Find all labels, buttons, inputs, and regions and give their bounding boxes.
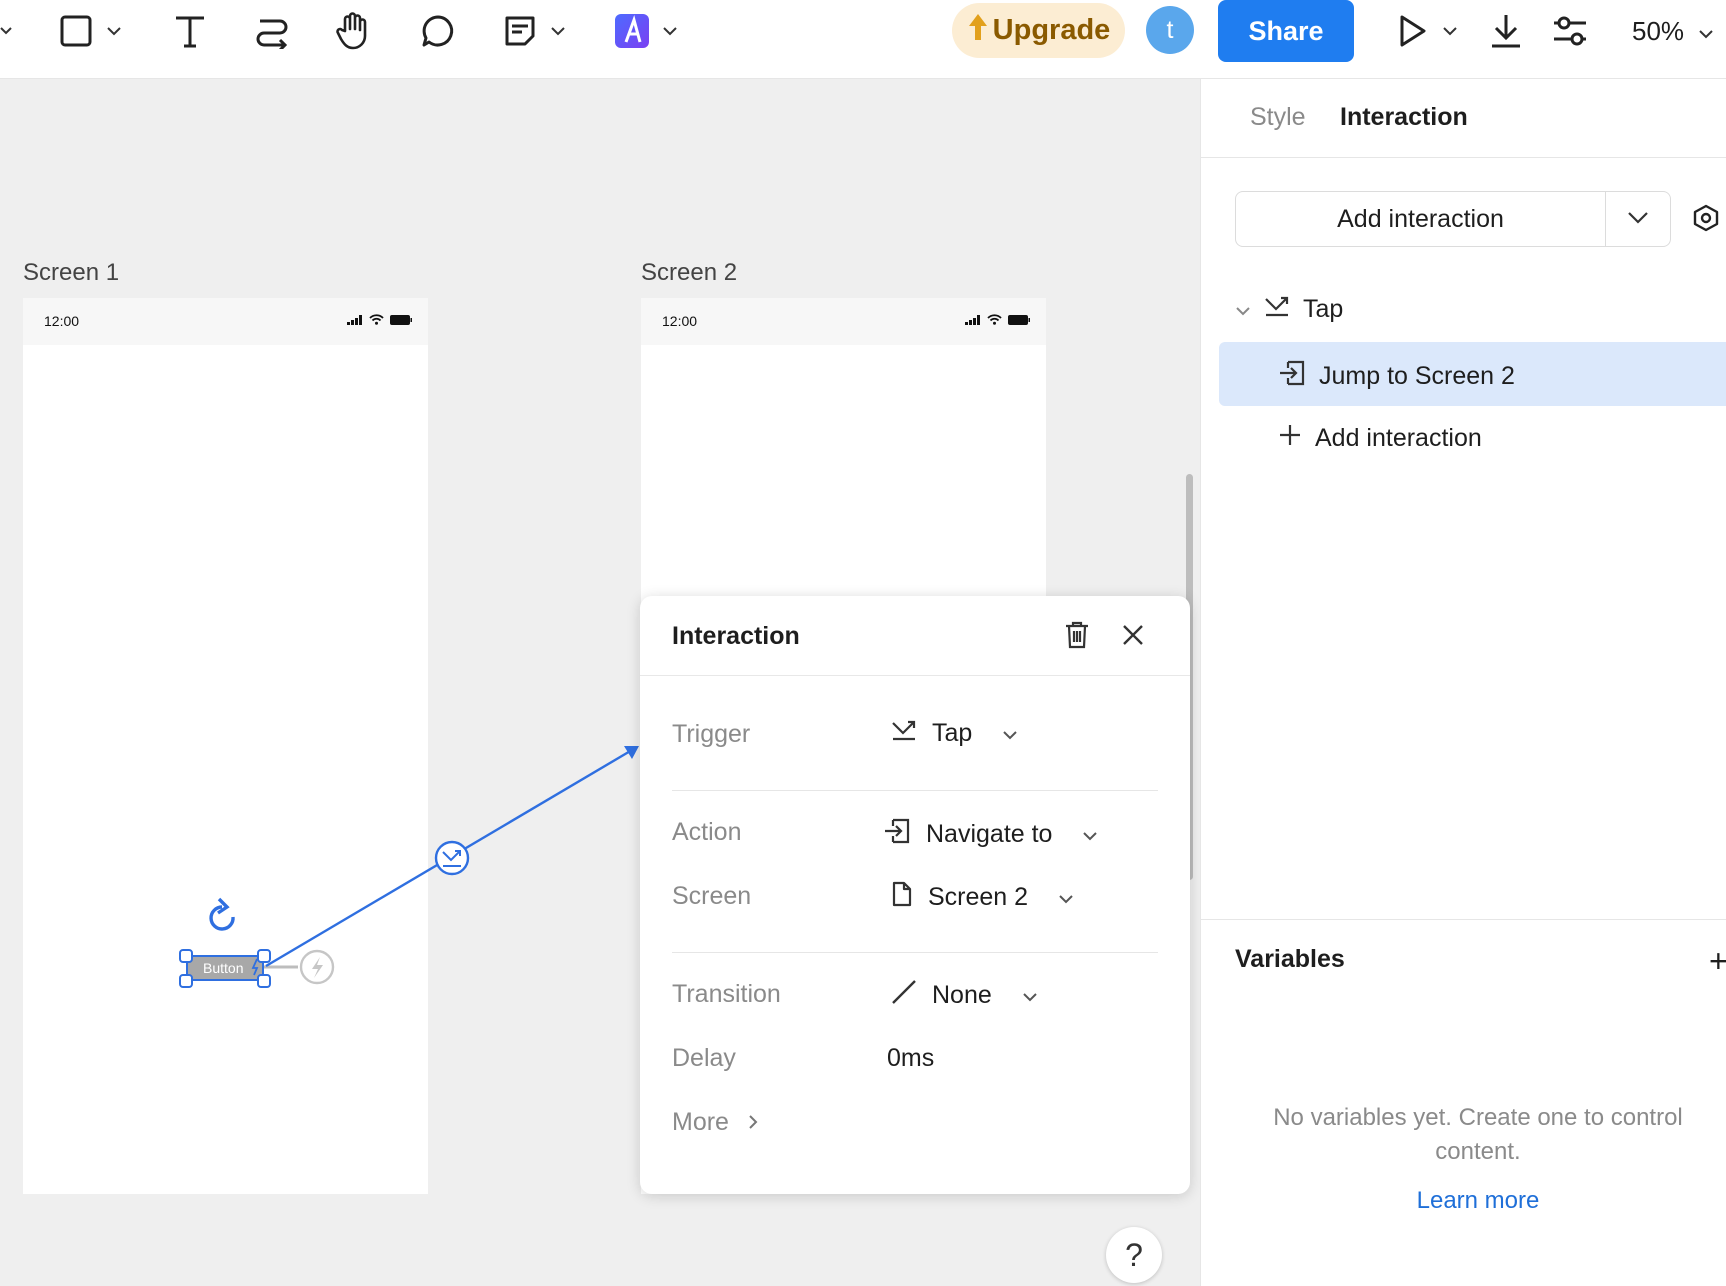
chevron-down-icon[interactable] [1442, 0, 1458, 62]
action-value: Navigate to [926, 820, 1053, 848]
chevron-down-icon [1626, 209, 1650, 230]
chevron-down-icon [1002, 719, 1018, 748]
tree-trigger-label: Tap [1303, 295, 1344, 323]
variables-empty-text: No variables yet. Create one to control … [1273, 1104, 1683, 1165]
download-icon[interactable] [1486, 0, 1526, 62]
button-text: Button [203, 960, 243, 976]
tree-add-label: Add interaction [1315, 424, 1482, 452]
transition-value: None [932, 981, 992, 1009]
divider [672, 790, 1158, 791]
share-button[interactable]: Share [1218, 0, 1354, 62]
close-icon[interactable] [1120, 622, 1146, 653]
hand-tool-icon[interactable] [334, 0, 374, 62]
screen-select[interactable]: Screen 2 [890, 880, 1074, 915]
add-interaction-handle-icon[interactable] [299, 949, 335, 985]
rectangle-tool-icon[interactable] [56, 0, 96, 62]
tab-style[interactable]: Style [1250, 103, 1306, 132]
resize-handle[interactable] [179, 949, 193, 963]
chevron-down-icon [1235, 295, 1251, 324]
tap-trigger-marker-icon[interactable] [434, 840, 470, 876]
action-label: Action [672, 818, 742, 846]
tree-trigger-tap[interactable]: Tap [1235, 294, 1343, 325]
transition-label: Transition [672, 980, 781, 1008]
upgrade-button[interactable]: Upgrade [952, 3, 1125, 58]
settings-sliders-icon[interactable] [1550, 0, 1590, 62]
popup-header: Interaction [640, 596, 1190, 676]
hexagon-settings-icon[interactable] [1691, 203, 1721, 238]
right-panel: Style Interaction Add interaction Tap Ju… [1200, 79, 1726, 1286]
rotate-icon[interactable] [209, 897, 235, 931]
variables-title: Variables [1235, 945, 1345, 973]
learn-more-link[interactable]: Learn more [1235, 1187, 1721, 1215]
add-interaction-dropdown[interactable] [1605, 191, 1671, 247]
action-select[interactable]: Navigate to [882, 816, 1098, 853]
more-label: More [672, 1108, 729, 1136]
ai-assistant-icon[interactable] [612, 0, 652, 62]
chevron-down-icon[interactable] [0, 0, 12, 62]
play-icon[interactable] [1392, 0, 1432, 62]
panel-tabs: Style Interaction [1201, 79, 1726, 158]
trash-icon[interactable] [1063, 620, 1091, 655]
chevron-down-icon [1058, 883, 1074, 912]
screen-value: Screen 2 [928, 883, 1029, 911]
tap-icon [890, 718, 918, 749]
tap-icon [1263, 294, 1291, 325]
upgrade-label: Upgrade [992, 14, 1111, 46]
resize-handle[interactable] [179, 974, 193, 988]
tree-action-label: Jump to Screen 2 [1319, 362, 1515, 390]
more-toggle[interactable]: More [672, 1108, 759, 1137]
chevron-down-icon [1022, 981, 1038, 1010]
zoom-level[interactable]: 50% [1632, 0, 1714, 62]
chevron-down-icon[interactable] [662, 0, 678, 62]
plus-icon [1277, 422, 1303, 455]
text-tool-icon[interactable] [170, 0, 210, 62]
divider [672, 952, 1158, 953]
transition-select[interactable]: None [890, 978, 1038, 1013]
delay-label: Delay [672, 1044, 736, 1072]
trigger-select[interactable]: Tap [890, 718, 1018, 749]
chevron-right-icon [747, 1108, 759, 1137]
resize-handle[interactable] [257, 974, 271, 988]
trigger-value: Tap [932, 719, 973, 747]
user-avatar[interactable]: t [1146, 6, 1194, 54]
tree-action-jump[interactable]: Jump to Screen 2 [1277, 358, 1515, 395]
design-canvas[interactable]: Screen 1 Screen 2 12:00 12:00 Button ? I… [0, 79, 1200, 1286]
help-button[interactable]: ? [1106, 1227, 1162, 1283]
popup-title: Interaction [672, 622, 800, 650]
page-icon [890, 880, 914, 915]
add-interaction-button[interactable]: Add interaction [1235, 191, 1606, 247]
chevron-down-icon [1698, 16, 1714, 47]
comment-tool-icon[interactable] [418, 0, 458, 62]
divider [1201, 919, 1726, 920]
delay-input[interactable]: 0ms [887, 1044, 934, 1073]
resize-handle[interactable] [257, 949, 271, 963]
line-icon [890, 978, 918, 1013]
zoom-label: 50% [1632, 15, 1685, 46]
interaction-popup: Interaction Trigger Tap Action Navigate … [640, 596, 1190, 1194]
tree-add-interaction[interactable]: Add interaction [1277, 422, 1482, 455]
chevron-down-icon [1082, 820, 1098, 849]
screen-label: Screen [672, 882, 752, 910]
chevron-down-icon[interactable] [550, 0, 566, 62]
tab-interaction[interactable]: Interaction [1340, 103, 1468, 132]
selected-button-element[interactable]: Button [179, 949, 271, 988]
note-tool-icon[interactable] [500, 0, 540, 62]
navigate-icon [882, 816, 912, 853]
navigate-icon [1277, 358, 1307, 395]
chevron-down-icon[interactable] [106, 0, 122, 62]
top-toolbar: Upgrade t Share 50% [0, 0, 1726, 79]
arrow-up-icon [967, 12, 989, 50]
connector-tool-icon[interactable] [252, 0, 292, 62]
add-variable-button[interactable]: + [1709, 943, 1726, 980]
trigger-label: Trigger [672, 720, 751, 748]
